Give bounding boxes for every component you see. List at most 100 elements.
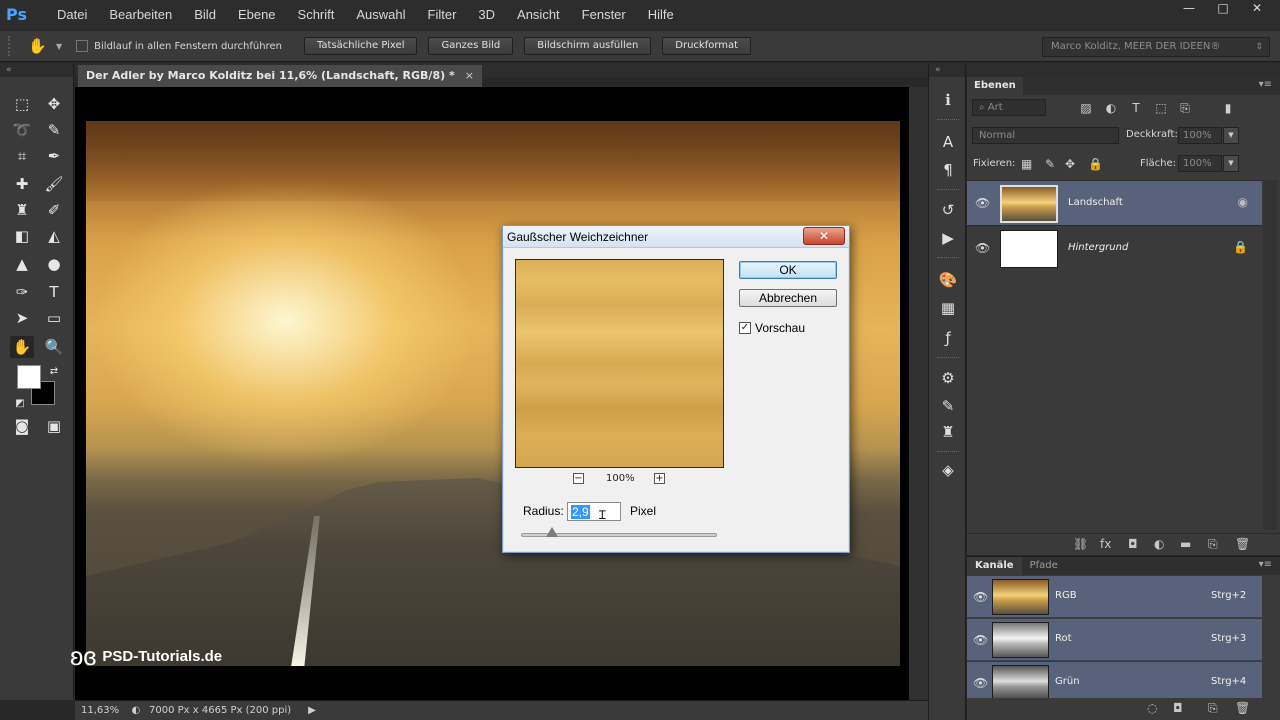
document-tab[interactable]: Der Adler by Marco Kolditz bei 11,6% (La… [78,65,482,87]
paragraph-icon[interactable]: ¶ [936,159,960,181]
shape-tool-icon[interactable]: ▭ [42,307,66,329]
panel-menu-icon[interactable]: ▾≡ [1259,79,1272,90]
link-icon[interactable]: ⛓ [1073,537,1088,551]
clone-source-icon[interactable]: ♜ [936,421,960,443]
trash-icon[interactable]: 🗑 [1235,537,1250,551]
play-arrow-icon[interactable]: ▶ [299,705,325,716]
print-size-button[interactable]: Druckformat [662,37,752,55]
minimize-button[interactable]: — [1174,0,1204,16]
layer-row-landschaft[interactable]: 👁 Landschaft ◉ [967,180,1262,225]
chevron-down-icon[interactable]: ▼ [56,42,62,51]
eye-icon[interactable]: 👁 [975,241,990,255]
workspace-select[interactable]: Marco Kolditz, MEER DER IDEEN® ⇕ [1042,37,1270,57]
add-mask-icon[interactable]: ◘ [1128,537,1138,551]
tab-layers[interactable]: Ebenen [967,77,1023,95]
new-channel-icon[interactable]: ⎘ [1208,701,1218,716]
styles-icon[interactable]: ƒ [936,327,960,349]
history-brush-tool-icon[interactable]: ✐ [42,199,66,221]
close-window-button[interactable]: ✕ [1242,0,1272,16]
dialog-title-bar[interactable]: Gaußscher Weichzeichner ✕ [503,226,849,248]
menu-bild[interactable]: Bild [183,0,227,30]
crop-tool-icon[interactable]: ⌗ [10,145,34,167]
ok-button[interactable]: OK [739,261,837,279]
menu-3d[interactable]: 3D [467,0,506,30]
swap-colors-icon[interactable]: ⇄ [42,360,66,382]
canvas-scrollbar[interactable] [909,87,928,700]
healing-brush-tool-icon[interactable]: ✚ [10,173,34,195]
close-icon[interactable]: ✕ [803,227,845,245]
smart-object-filter-icon[interactable]: ⎘ [1176,99,1194,117]
color-icon[interactable]: 🎨 [936,269,960,291]
default-colors-icon[interactable]: ◩ [8,392,32,414]
path-selection-tool-icon[interactable]: ➤ [10,307,34,329]
type-tool-icon[interactable]: T [42,281,66,303]
layer-name[interactable]: Landschaft [1068,197,1123,208]
foreground-color-swatch[interactable] [17,365,41,389]
tab-paths[interactable]: Pfade [1022,557,1066,575]
blur-tool-icon[interactable]: ▲ [10,253,34,275]
menu-ebene[interactable]: Ebene [227,0,287,30]
eyedropper-tool-icon[interactable]: ✒ [42,145,66,167]
lock-transparency-icon[interactable]: ▦ [1021,157,1032,171]
layer-name[interactable]: Hintergrund [1068,242,1128,253]
swatches-icon[interactable]: ▦ [936,297,960,319]
menu-hilfe[interactable]: Hilfe [637,0,685,30]
pixel-filter-icon[interactable]: ▨ [1077,99,1095,117]
eye-icon[interactable]: 👁 [973,676,988,690]
actual-pixels-button[interactable]: Tatsächliche Pixel [303,37,418,55]
paint-bucket-tool-icon[interactable]: ◭ [42,225,66,247]
brush-tool-icon[interactable]: 🖌 [42,173,66,195]
fill-screen-button[interactable]: Bildschirm ausfüllen [524,37,652,55]
adjustments-icon[interactable]: ⚙ [936,367,960,389]
eye-icon[interactable]: 👁 [973,633,988,647]
zoom-out-icon[interactable]: − [573,473,584,484]
smart-filter-icon[interactable]: ◉ [1238,195,1248,209]
save-selection-icon[interactable]: ◘ [1173,701,1183,715]
pen-tool-icon[interactable]: ✑ [10,281,34,303]
dodge-tool-icon[interactable]: ● [42,253,66,275]
hand-tool-icon[interactable]: ✋ [10,336,34,358]
brush-presets-icon[interactable]: ✎ [936,395,960,417]
filter-toggle-icon[interactable]: ▮ [1219,99,1237,117]
eye-icon[interactable]: 👁 [975,196,990,210]
zoom-in-icon[interactable]: + [654,473,665,484]
adjustment-layer-icon[interactable]: ◐ [1154,537,1164,551]
preview-checkbox[interactable]: ✓ [739,322,751,334]
fit-screen-button[interactable]: Ganzes Bild [428,37,514,55]
fill-input[interactable]: 100% [1178,155,1222,172]
zoom-level[interactable]: 11,63% [75,705,123,716]
blend-mode-select[interactable]: Normal [972,127,1119,144]
zoom-tool-icon[interactable]: 🔍 [42,336,66,358]
shape-filter-icon[interactable]: ⬚ [1152,99,1170,117]
radius-input[interactable]: 2,9 Ɪ [567,502,621,522]
lasso-tool-icon[interactable]: ➰ [10,119,34,141]
trash-icon[interactable]: 🗑 [1235,701,1250,715]
cancel-button[interactable]: Abbrechen [739,289,837,307]
tab-channels[interactable]: Kanäle [967,557,1022,575]
new-layer-icon[interactable]: ⎘ [1208,537,1218,552]
options-grip[interactable] [8,36,14,56]
character-icon[interactable]: A [936,131,960,153]
info-icon[interactable]: ℹ [936,89,960,111]
proof-icon[interactable]: ◐ [123,705,149,716]
move-tool-icon[interactable]: ✥ [42,93,66,115]
menu-datei[interactable]: Datei [46,0,98,30]
lock-pixels-icon[interactable]: ✎ [1045,157,1055,171]
tools-panel-collapse[interactable]: « [0,63,73,77]
panel-menu-icon[interactable]: ▾≡ [1259,559,1272,570]
clone-stamp-tool-icon[interactable]: ♜ [10,199,34,221]
channel-row-rgb[interactable]: 👁 RGB Strg+2 [967,576,1262,618]
opacity-input[interactable]: 100% [1178,127,1222,144]
marquee-tool-icon[interactable]: ⬚ [10,93,34,115]
lock-position-icon[interactable]: ✥ [1065,157,1075,171]
history-icon[interactable]: ↺ [936,199,960,221]
lock-all-icon[interactable]: 🔒 [1088,157,1103,171]
menu-bearbeiten[interactable]: Bearbeiten [98,0,183,30]
menu-auswahl[interactable]: Auswahl [345,0,416,30]
menu-schrift[interactable]: Schrift [287,0,346,30]
layer-filter-select[interactable]: ⌕ Art [972,99,1046,116]
layer-row-hintergrund[interactable]: 👁 Hintergrund 🔒 [967,225,1262,270]
menu-filter[interactable]: Filter [417,0,468,30]
layers-scrollbar[interactable] [1263,180,1277,530]
strip-collapse[interactable]: « [929,63,965,77]
